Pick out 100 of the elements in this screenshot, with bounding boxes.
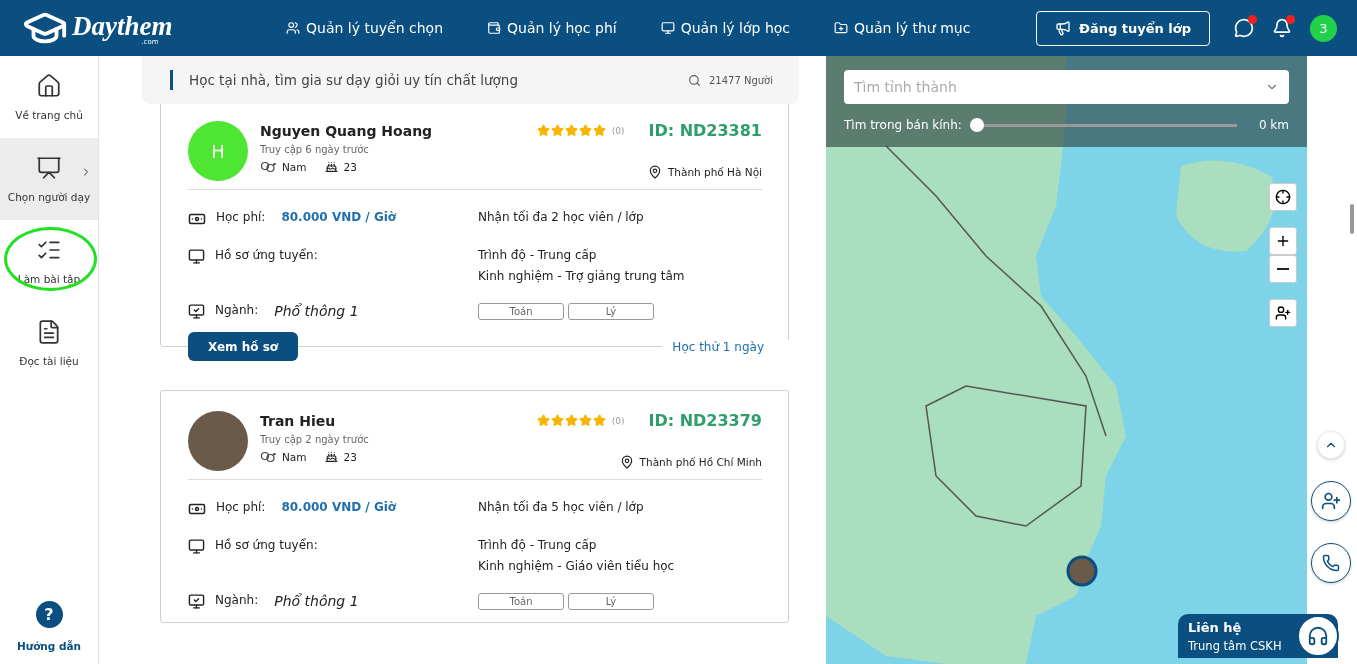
monitor-icon bbox=[188, 303, 205, 320]
sidebar-item[interactable]: Chọn người dạy bbox=[0, 138, 98, 220]
gender-text: Nam bbox=[282, 160, 307, 173]
bell-icon[interactable] bbox=[1272, 18, 1292, 38]
minus-icon bbox=[1277, 268, 1289, 270]
nav-link[interactable]: Quản lý học phí bbox=[487, 20, 617, 36]
crosshair-icon bbox=[1275, 189, 1291, 205]
experience-text: Kinh nghiệm - Giáo viên tiểu học bbox=[478, 559, 676, 573]
user-plus-icon bbox=[1275, 305, 1291, 321]
headset-icon bbox=[1297, 615, 1339, 657]
subject-tag: Lý bbox=[568, 593, 654, 610]
radius-reading: 0 km bbox=[1258, 118, 1289, 132]
location-pin-icon bbox=[647, 165, 662, 179]
star-icon bbox=[550, 414, 564, 427]
subject-tag: Toán bbox=[478, 593, 564, 610]
gender-icon bbox=[260, 160, 276, 173]
major-value: Phổ thông 1 bbox=[274, 593, 359, 609]
photo-placeholder bbox=[188, 411, 248, 471]
monitor-icon bbox=[188, 248, 205, 265]
zoom-out-button[interactable] bbox=[1269, 255, 1297, 283]
subject-tag: Lý bbox=[568, 303, 654, 320]
avatar: H bbox=[188, 121, 248, 181]
major-value: Phổ thông 1 bbox=[274, 303, 359, 319]
zoom-in-button[interactable] bbox=[1269, 227, 1297, 255]
fee-value: 80.000 VND / Giờ bbox=[281, 210, 397, 224]
add-user-button[interactable] bbox=[1311, 481, 1351, 521]
capacity-text: Nhận tối đa 5 học viên / lớp bbox=[478, 500, 645, 516]
result-count: 21477 Người bbox=[708, 74, 773, 86]
review-count: (0) bbox=[611, 415, 625, 426]
wallet-icon bbox=[487, 21, 501, 35]
fee-label: Học phí: bbox=[216, 210, 266, 224]
gender-text: Nam bbox=[282, 450, 307, 463]
star-icon bbox=[564, 414, 578, 427]
city-text: Thành phố Hà Nội bbox=[667, 166, 762, 178]
house-icon bbox=[36, 73, 62, 99]
gender-icon bbox=[260, 450, 276, 463]
subject-tag: Toán bbox=[478, 303, 564, 320]
star-icon bbox=[536, 414, 550, 427]
monitor-icon bbox=[188, 538, 205, 555]
monitor-icon bbox=[188, 593, 205, 610]
level-text: Trình độ - Trung cấp bbox=[478, 248, 598, 262]
users-icon bbox=[286, 21, 300, 35]
search-text: Học tại nhà, tìm gia sư dạy giỏi uy tín chất lượng bbox=[189, 72, 519, 88]
last-seen: Truy cập 2 ngày trước bbox=[260, 434, 370, 445]
star-icon bbox=[592, 414, 606, 427]
major-label: Ngành: bbox=[215, 593, 259, 607]
user-plus-icon bbox=[1321, 491, 1341, 511]
post-class-button[interactable]: Đăng tuyển lớp bbox=[1036, 10, 1210, 46]
sidebar-item[interactable]: Về trang chủ bbox=[0, 56, 98, 138]
chat-icon[interactable] bbox=[1234, 18, 1254, 38]
radius-label: Tìm trong bán kính: bbox=[844, 118, 962, 132]
last-seen: Truy cập 6 ngày trước bbox=[260, 144, 370, 155]
review-count: (0) bbox=[611, 125, 625, 136]
profile-label: Hồ sơ ứng tuyển: bbox=[215, 538, 318, 552]
sidebar-item[interactable]: Đọc tài liệu bbox=[0, 302, 98, 384]
accent-bar bbox=[170, 70, 173, 90]
major-label: Ngành: bbox=[215, 303, 259, 317]
map-marker[interactable] bbox=[1066, 555, 1098, 587]
slider-thumb[interactable] bbox=[969, 118, 984, 132]
tutor-name: Nguyen Quang Hoang bbox=[260, 123, 434, 139]
contact-widget[interactable]: Liên hệ Trung tâm CSKH bbox=[1178, 614, 1338, 658]
nav-link[interactable]: Quản lý lớp học bbox=[660, 20, 791, 36]
view-profile-button[interactable]: Xem hồ sơ bbox=[188, 332, 299, 361]
age-text: 23 bbox=[343, 450, 357, 463]
search-icon[interactable] bbox=[687, 73, 701, 87]
document-icon bbox=[36, 319, 62, 345]
tutor-name: Tran Hieu bbox=[260, 413, 337, 429]
star-icon bbox=[564, 124, 578, 137]
cake-icon bbox=[324, 160, 338, 173]
contact-subtitle: Trung tâm CSKH bbox=[1188, 638, 1283, 653]
help-link[interactable]: ? Hướng dẫn bbox=[0, 601, 98, 652]
presentation-board-icon bbox=[36, 155, 62, 181]
cake-icon bbox=[324, 450, 338, 463]
nav-link[interactable]: Quản lý tuyển chọn bbox=[286, 20, 443, 36]
star-icon bbox=[578, 414, 592, 427]
star-icon bbox=[550, 124, 564, 137]
monitor-icon bbox=[660, 21, 675, 35]
locate-button[interactable] bbox=[1269, 183, 1297, 211]
trial-link[interactable]: Học thử 1 ngày bbox=[662, 339, 790, 354]
level-text: Trình độ - Trung cấp bbox=[478, 538, 598, 552]
nav-link[interactable]: Quản lý thư mục bbox=[834, 20, 971, 36]
plus-icon bbox=[1275, 233, 1291, 249]
capacity-text: Nhận tối đa 2 học viên / lớp bbox=[478, 210, 645, 226]
location-pin-icon bbox=[619, 455, 634, 469]
phone-icon bbox=[1322, 554, 1340, 572]
phone-button[interactable] bbox=[1311, 543, 1351, 583]
folder-plus-icon bbox=[834, 21, 849, 35]
star-icon bbox=[536, 124, 550, 137]
city-text: Thành phố Hồ Chí Minh bbox=[639, 456, 762, 468]
megaphone-icon bbox=[1055, 20, 1071, 36]
tutor-id: ID: ND23379 bbox=[648, 411, 762, 430]
star-icon bbox=[578, 124, 592, 137]
age-text: 23 bbox=[343, 160, 357, 173]
scrollbar-thumb[interactable] bbox=[1350, 204, 1354, 234]
profile-label: Hồ sơ ứng tuyển: bbox=[215, 248, 318, 262]
contact-title: Liên hệ bbox=[1188, 619, 1243, 635]
fee-label: Học phí: bbox=[216, 500, 266, 514]
experience-text: Kinh nghiệm - Trợ giảng trung tâm bbox=[478, 269, 686, 283]
tutor-id: ID: ND23381 bbox=[648, 121, 762, 140]
star-icon bbox=[592, 124, 606, 137]
